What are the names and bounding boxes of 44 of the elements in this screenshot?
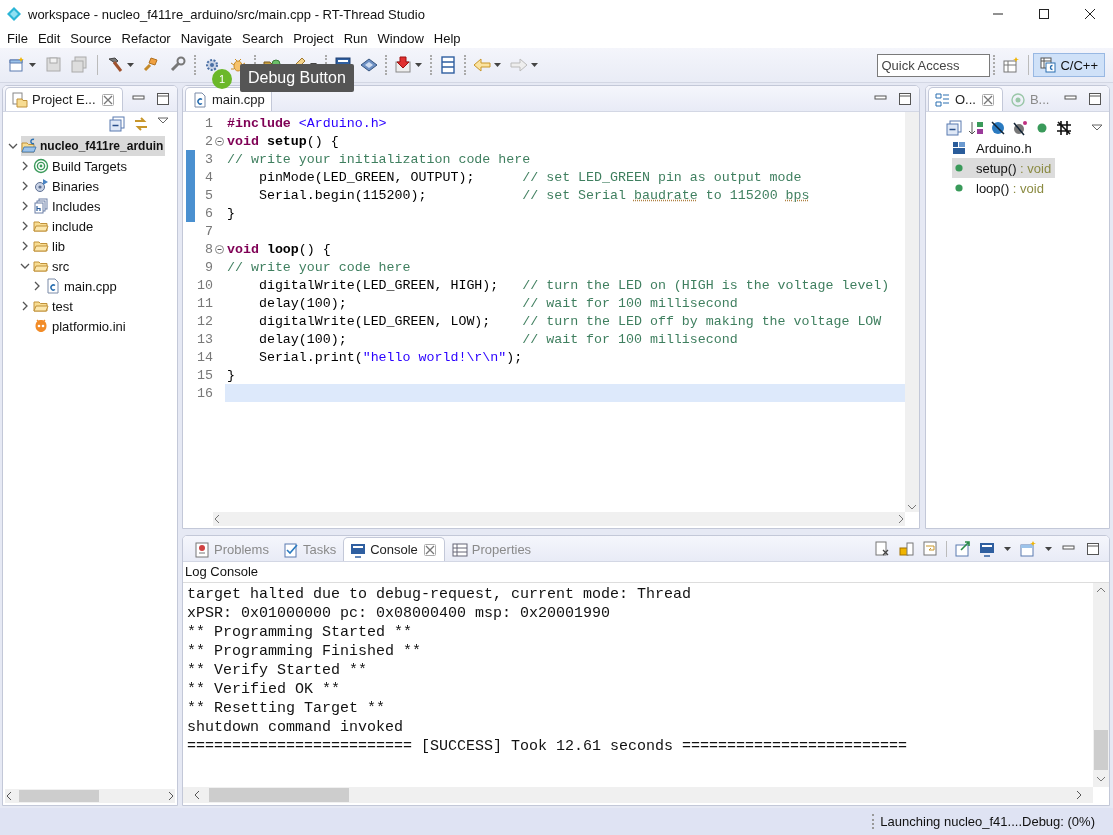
code-line: digitalWrite(LED_GREEN, LOW); // turn the LED off by making the voltage LOW bbox=[257, 313, 882, 329]
code-line: // write your initialization code here bbox=[227, 151, 531, 167]
window-title: workspace - nucleo_f411re_arduino/src/main.cpp - RT-Thread Studio bbox=[28, 6, 425, 22]
line-number: 16 bbox=[197, 385, 213, 401]
console-line: ** Programming Started ** bbox=[187, 623, 414, 642]
code-line: Serial.print("hello world!\r\n"); bbox=[257, 349, 523, 365]
line-number: 15 bbox=[197, 367, 213, 383]
code-line: } bbox=[227, 367, 235, 383]
line-number: 14 bbox=[197, 349, 213, 365]
line-number: 3 bbox=[204, 151, 213, 167]
line-number: 8 bbox=[204, 241, 213, 257]
console-line: ========================= [SUCCESS] Took 12.61 seconds ========================= bbox=[187, 737, 909, 756]
console-line: ** Verify Started ** bbox=[187, 661, 369, 680]
code-line: delay(100); // wait for 100 millisecond bbox=[257, 295, 738, 311]
code-line: pinMode(LED_GREEN, OUTPUT); // set LED_GREEN pin as output mode bbox=[257, 169, 802, 185]
line-number: 2 bbox=[204, 133, 213, 149]
code-line: void loop() { bbox=[227, 241, 331, 257]
status-text: Launching nucleo_f41....Debug: (0%) bbox=[872, 814, 1095, 829]
console-line: ** Programming Finished ** bbox=[187, 642, 423, 661]
code-line: delay(100); // wait for 100 millisecond bbox=[257, 331, 738, 347]
line-number: 4 bbox=[204, 169, 213, 185]
code-line: // write your code here bbox=[227, 259, 411, 275]
console-title: Log Console bbox=[184, 563, 259, 581]
console-line: target halted due to debug-request, current mode: Thread bbox=[187, 585, 693, 604]
code-line: digitalWrite(LED_GREEN, HIGH); // turn the LED on (HIGH is the voltage level) bbox=[257, 277, 890, 293]
step-badge: 1 bbox=[212, 69, 232, 89]
line-number: 5 bbox=[204, 187, 213, 203]
console-line: shutdown command invoked bbox=[187, 718, 405, 737]
tooltip: Debug Button bbox=[240, 64, 354, 92]
line-number: 13 bbox=[197, 331, 213, 347]
line-number: 6 bbox=[204, 205, 213, 221]
console-line: ** Verified OK ** bbox=[187, 680, 342, 699]
line-number: 9 bbox=[204, 259, 213, 275]
line-number: 7 bbox=[204, 223, 213, 239]
code-line: Serial.begin(115200); // set Serial baudrate to 115200 bps bbox=[257, 187, 810, 203]
console-line: xPSR: 0x01000000 pc: 0x08000400 msp: 0x20001990 bbox=[187, 604, 612, 623]
code-line: #include <Arduino.h> bbox=[227, 115, 387, 131]
line-number: 1 bbox=[204, 115, 213, 131]
code-line: void setup() { bbox=[227, 133, 339, 149]
line-number: 10 bbox=[197, 277, 213, 293]
line-number: 11 bbox=[197, 295, 213, 311]
line-number: 12 bbox=[197, 313, 213, 329]
code-line: } bbox=[227, 205, 235, 221]
console-line: ** Resetting Target ** bbox=[187, 699, 387, 718]
